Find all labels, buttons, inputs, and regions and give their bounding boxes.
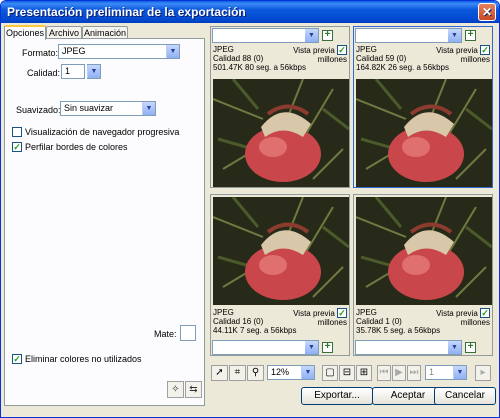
preview-size: 35.78K 5 seg. a 56kbps xyxy=(356,326,441,335)
preview-size: 501.47K 80 seg. a 56kbps xyxy=(213,63,306,72)
preview-pane-2[interactable]: ▼ + JPEG Vista previa ✓ millones Calidad … xyxy=(353,26,493,188)
window-title: Presentación preliminar de la exportació… xyxy=(7,5,246,19)
preview-settings-select[interactable]: ▼ xyxy=(355,340,462,355)
optimize-button[interactable]: ⇆ xyxy=(185,381,202,398)
title-bar: Presentación preliminar de la exportació… xyxy=(1,1,499,23)
preview-pane-4[interactable]: JPEG Vista previa ✓ millones Calidad 1 (0… xyxy=(353,194,493,356)
chevron-down-icon: ▼ xyxy=(305,29,318,42)
zoom-tool-button[interactable]: ⚲ xyxy=(247,365,264,381)
close-icon: ✕ xyxy=(481,5,493,19)
progressive-checkbox[interactable] xyxy=(12,127,22,137)
preview-toggle[interactable]: Vista previa ✓ millones xyxy=(293,45,347,64)
preview-info: JPEG Vista previa ✓ millones Calidad 1 (0… xyxy=(356,308,492,335)
preview-size: 44.11K 7 seg. a 56kbps xyxy=(213,326,297,335)
preview-image xyxy=(213,79,349,187)
magnifier-icon: ⚲ xyxy=(251,367,260,378)
remove-unused-checkbox[interactable]: ✓ xyxy=(12,354,22,364)
next-frame-button[interactable]: ▸ xyxy=(475,365,491,381)
preview-settings-select[interactable]: ▼ xyxy=(212,28,319,43)
progressive-label: Visualización de navegador progresiva xyxy=(25,127,180,137)
quad-view-icon: ⊞ xyxy=(359,367,369,378)
checkmark-icon: ✓ xyxy=(13,142,21,152)
options-panel: Formato: JPEG ▼ Calidad: 1 ▼ Suavizado: … xyxy=(4,38,205,406)
quality-input[interactable]: 1 xyxy=(61,64,85,79)
split-view-button[interactable]: ⊟ xyxy=(339,365,355,381)
add-preset-button[interactable]: + xyxy=(322,30,333,41)
crop-icon: ⌗ xyxy=(234,367,241,378)
zoom-select[interactable]: 12% ▼ xyxy=(267,365,315,380)
chevron-down-icon: ▼ xyxy=(448,341,461,354)
pointer-icon: ➚ xyxy=(215,367,224,378)
split-view-icon: ⊟ xyxy=(342,367,352,378)
matte-label: Mate: xyxy=(154,329,177,339)
chevron-down-icon: ▼ xyxy=(453,366,466,379)
export-preview-window: Presentación preliminar de la exportació… xyxy=(0,0,500,418)
format-label: Formato: xyxy=(22,48,59,58)
format-value: JPEG xyxy=(62,46,86,56)
preview-image xyxy=(356,197,492,305)
single-view-icon: ▢ xyxy=(325,367,335,378)
chevron-down-icon: ▼ xyxy=(305,341,318,354)
frame-select[interactable]: 1 ▼ xyxy=(425,365,467,380)
frame-value: 1 xyxy=(429,367,435,377)
format-select[interactable]: JPEG ▼ xyxy=(58,44,180,59)
preview-image xyxy=(213,197,349,305)
preview-info: JPEG Vista previa ✓ millones Calidad 59 (… xyxy=(356,45,492,72)
checkmark-icon: ✓ xyxy=(480,45,490,55)
preview-settings-select[interactable]: ▼ xyxy=(212,340,319,355)
preview-size: 164.82K 26 seg. a 56kbps xyxy=(356,63,449,72)
preview-toggle[interactable]: Vista previa ✓ millones xyxy=(436,45,490,64)
crop-tool-button[interactable]: ⌗ xyxy=(229,365,246,381)
chevron-down-icon: ▼ xyxy=(87,65,100,78)
preview-toggle[interactable]: Vista previa ✓ millones xyxy=(436,308,490,327)
smoothing-value: Sin suavizar xyxy=(64,103,114,113)
tab-opciones[interactable]: Opciones xyxy=(4,25,46,40)
play-button[interactable]: ▶ xyxy=(392,365,406,381)
add-preset-button[interactable]: + xyxy=(465,30,476,41)
add-preset-button[interactable]: + xyxy=(322,342,333,353)
preview-settings-select[interactable]: ▼ xyxy=(355,28,462,43)
cancel-button[interactable]: Cancelar xyxy=(434,387,496,405)
preview-pane-3[interactable]: JPEG Vista previa ✓ millones Calidad 16 (… xyxy=(210,194,350,356)
first-frame-icon: ⏮ xyxy=(379,367,389,378)
chevron-down-icon: ▼ xyxy=(166,45,179,58)
preview-pane-1[interactable]: ▼ + JPEG Vista previa ✓ millones Calidad … xyxy=(210,26,350,188)
optimize-icon: ⇆ xyxy=(189,384,198,395)
checkmark-icon: ✓ xyxy=(337,308,347,318)
preview-image xyxy=(356,79,492,187)
chevron-down-icon: ▼ xyxy=(448,29,461,42)
quality-value: 1 xyxy=(65,66,71,76)
quad-view-button[interactable]: ⊞ xyxy=(356,365,372,381)
smoothing-label: Suavizado: xyxy=(16,105,61,115)
chevron-down-icon: ▼ xyxy=(142,102,155,115)
quality-label: Calidad: xyxy=(27,68,61,78)
sharpen-label: Perfilar bordes de colores xyxy=(25,142,128,152)
close-button[interactable]: ✕ xyxy=(478,3,496,21)
sharpen-checkbox[interactable]: ✓ xyxy=(12,142,22,152)
zoom-value: 12% xyxy=(271,367,290,377)
last-frame-button[interactable]: ⏭ xyxy=(407,365,421,381)
remove-unused-label: Eliminar colores no utilizados xyxy=(25,354,142,364)
magic-wand-icon: ✧ xyxy=(171,384,180,395)
checkmark-icon: ✓ xyxy=(13,354,21,364)
add-preset-button[interactable]: + xyxy=(465,342,476,353)
next-frame-icon: ▸ xyxy=(480,367,486,378)
checkmark-icon: ✓ xyxy=(337,45,347,55)
preview-info: JPEG Vista previa ✓ millones Calidad 88 (… xyxy=(213,45,349,72)
single-view-button[interactable]: ▢ xyxy=(322,365,338,381)
quality-slider-button[interactable]: ▼ xyxy=(87,64,101,79)
play-icon: ▶ xyxy=(395,367,403,378)
smoothing-select[interactable]: Sin suavizar ▼ xyxy=(60,101,156,116)
preview-toggle[interactable]: Vista previa ✓ millones xyxy=(293,308,347,327)
matte-color-swatch[interactable] xyxy=(180,325,196,341)
first-frame-button[interactable]: ⏮ xyxy=(377,365,391,381)
preview-info: JPEG Vista previa ✓ millones Calidad 16 (… xyxy=(213,308,349,335)
export-button[interactable]: Exportar... xyxy=(301,387,373,405)
pointer-tool-button[interactable]: ➚ xyxy=(211,365,228,381)
magic-wand-button[interactable]: ✧ xyxy=(167,381,184,398)
checkmark-icon: ✓ xyxy=(480,308,490,318)
chevron-down-icon: ▼ xyxy=(301,366,314,379)
last-frame-icon: ⏭ xyxy=(409,367,419,378)
